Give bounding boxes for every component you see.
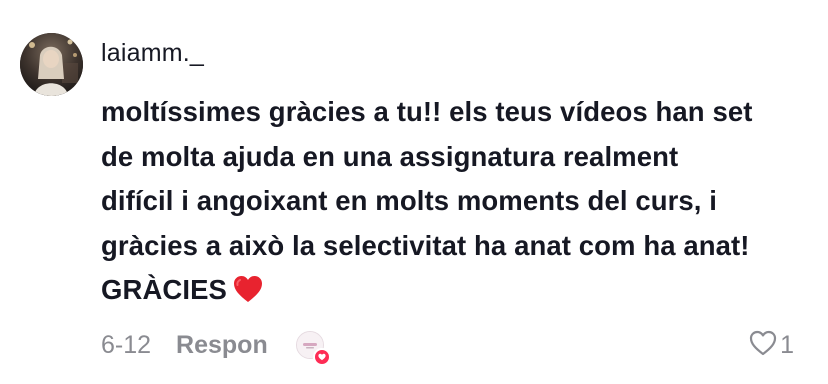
comment-username[interactable]: laiamm._ [101,38,204,68]
comment-text-last-line: GRÀCIES [101,268,811,313]
mini-heart-icon [312,348,331,366]
heart-outline-icon [749,330,777,361]
comment-text: moltíssimes gràcies a tu!! els teus víde… [101,90,811,313]
reply-button[interactable]: Respon [176,327,268,363]
comment-item: laiamm._ moltíssimes gràcies a tu!! els … [0,0,828,384]
like-count: 1 [780,331,794,359]
creator-liked-icon [295,331,331,366]
comment-text-line: de molta ajuda en una assignatura realme… [101,140,679,172]
comment-meta: 6-12 Respon [101,327,331,366]
comment-date: 6-12 [101,331,152,359]
user-avatar[interactable] [20,33,83,96]
comment-text-line: moltíssimes gràcies a tu!! els teus víde… [101,96,753,127]
comment-text-line: gràcies a això la selectivitat ha anat c… [101,229,750,261]
comment-text-line: difícil i angoixant en molts moments del… [101,185,718,216]
red-heart-emoji-icon [233,272,263,302]
comment-text-line: GRÀCIES [101,274,227,305]
like-button[interactable]: 1 [749,327,794,363]
